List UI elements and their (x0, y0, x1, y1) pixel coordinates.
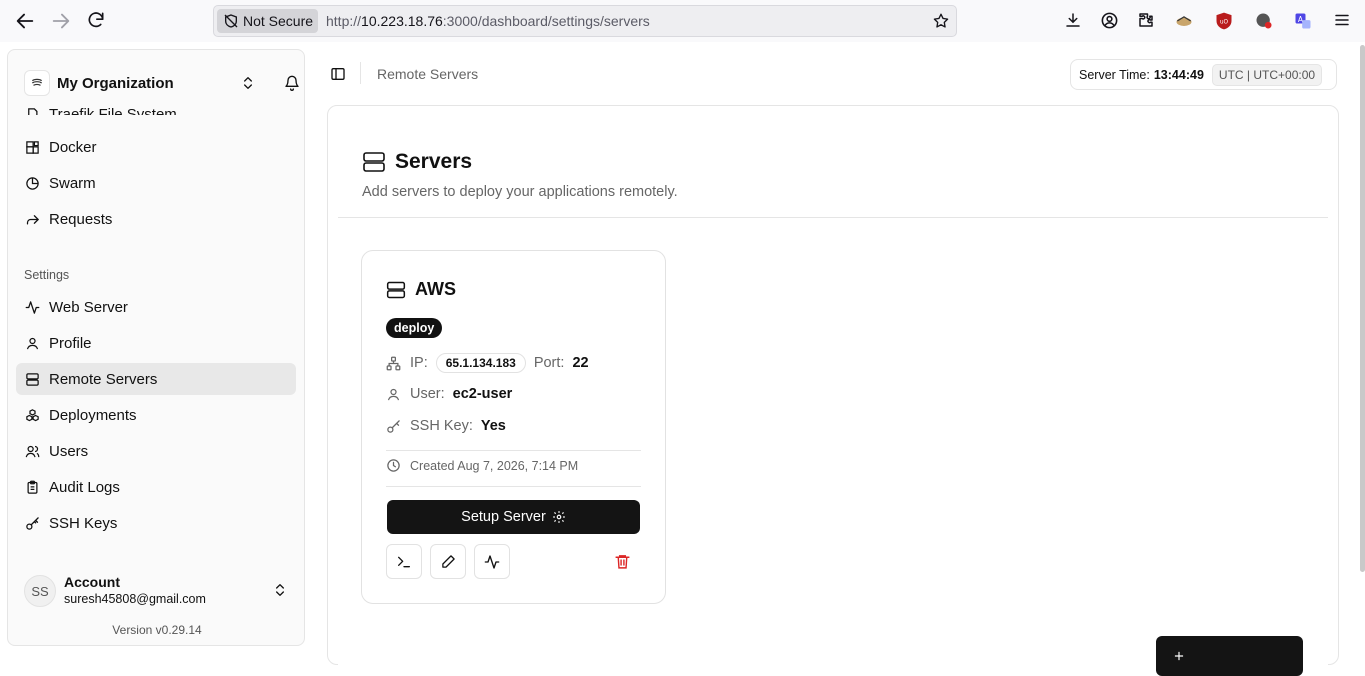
account-name: Account (64, 574, 120, 590)
server-type-badge: deploy (386, 318, 443, 338)
users-icon (25, 445, 40, 457)
org-name: My Organization (57, 75, 174, 92)
create-server-button[interactable] (1156, 636, 1303, 676)
sidebar-item-requests[interactable]: Requests (16, 203, 296, 235)
sidebar: My Organization Traefik File System Dock… (7, 49, 305, 646)
chevrons-up-down-icon[interactable] (240, 75, 256, 91)
extension-hand-icon[interactable] (1174, 11, 1194, 31)
sidebar-toggle-icon[interactable] (330, 66, 346, 82)
sidebar-item-audit-logs[interactable]: Audit Logs (16, 471, 296, 503)
sidebar-item-remote-servers[interactable]: Remote Servers (16, 363, 296, 395)
blocks-icon (26, 140, 39, 154)
account-circle-icon[interactable] (1100, 11, 1120, 31)
server-created: Created Aug 7, 2026, 7:14 PM (386, 458, 578, 473)
settings-section-label: Settings (24, 268, 70, 282)
server-time-widget: Server Time: 13:44:49 UTC | UTC+00:00 (1070, 59, 1337, 90)
server-title-row: AWS (386, 279, 456, 300)
file-icon (28, 108, 38, 115)
page-description: Add servers to deploy your applications … (362, 184, 678, 200)
network-icon (386, 356, 401, 370)
terminal-button[interactable] (386, 544, 422, 579)
version-label: Version v0.29.14 (112, 623, 202, 637)
server-name: AWS (415, 279, 457, 299)
sidebar-item-deployments[interactable]: Deployments (16, 399, 296, 431)
card-divider (386, 450, 641, 451)
shield-slash-icon (224, 14, 238, 28)
servers-panel-inner: Servers Add servers to deploy your appli… (338, 114, 1328, 676)
setup-server-button[interactable]: Setup Server (387, 500, 640, 534)
hamburger-menu-icon[interactable] (1333, 11, 1353, 31)
server-card: AWS deploy IP: 65.1.134.183 Port: 22 Use… (361, 250, 666, 604)
card-divider (386, 486, 641, 487)
plus-icon (1174, 651, 1184, 661)
server-ssh-row: SSH Key: Yes (386, 418, 506, 434)
clipboard-icon (27, 480, 38, 494)
server-ssh-value: Yes (480, 418, 506, 434)
server-time-value: 13:44:49 (1153, 67, 1204, 82)
pie-chart-icon (26, 176, 39, 190)
extensions-puzzle-icon[interactable] (1137, 11, 1157, 31)
back-arrow-icon[interactable] (14, 10, 36, 32)
server-icon (386, 281, 406, 298)
address-bar[interactable]: Not Secure http://10.223.18.76:3000/dash… (213, 5, 957, 37)
server-ip-row: IP: 65.1.134.183 Port: 22 (386, 353, 589, 373)
downloads-icon[interactable] (1064, 11, 1084, 31)
clock-icon (387, 459, 400, 472)
ublock-shield-icon[interactable]: uO (1214, 11, 1234, 31)
header-divider (360, 62, 361, 84)
sidebar-item-ssh-keys[interactable]: SSH Keys (16, 507, 296, 539)
page-title: Servers (395, 150, 473, 173)
sidebar-item-traefik-file-system[interactable]: Traefik File System (16, 95, 296, 115)
user-icon (387, 388, 400, 400)
account-email: suresh45808@gmail.com (64, 592, 206, 606)
servers-panel: Servers Add servers to deploy your appli… (327, 105, 1339, 676)
delete-server-icon[interactable] (614, 553, 631, 570)
breadcrumb[interactable]: Remote Servers (377, 66, 478, 82)
forward-arrow-icon[interactable] (50, 10, 72, 32)
timezone-badge: UTC | UTC+00:00 (1211, 63, 1323, 86)
key-icon (26, 516, 39, 530)
security-indicator[interactable]: Not Secure (217, 9, 318, 33)
bell-icon[interactable] (284, 75, 300, 91)
url-text: http://10.223.18.76:3000/dashboard/setti… (326, 13, 650, 29)
forward-arrow-icon (26, 214, 39, 224)
avatar: SS (24, 575, 56, 607)
account-menu[interactable]: SS Account suresh45808@gmail.com (24, 574, 290, 610)
security-label: Not Secure (243, 13, 314, 29)
server-icon (26, 372, 39, 386)
page-title-row: Servers (362, 150, 472, 174)
sidebar-item-web-server[interactable]: Web Server (16, 291, 296, 323)
reload-icon[interactable] (86, 10, 108, 32)
translate-icon[interactable]: A (1293, 11, 1313, 31)
chevrons-up-down-icon[interactable] (272, 582, 288, 598)
server-icon (363, 152, 385, 172)
sidebar-item-users[interactable]: Users (16, 435, 296, 467)
gear-icon (552, 511, 565, 523)
server-port-value: 22 (572, 355, 589, 371)
extension-privacy-icon[interactable] (1254, 11, 1274, 31)
sidebar-item-docker[interactable]: Docker (16, 131, 296, 163)
server-user-row: User: ec2-user (386, 386, 512, 402)
key-icon (387, 419, 400, 433)
org-logo-icon (24, 70, 50, 96)
edit-button[interactable] (430, 544, 466, 579)
server-ip-value: 65.1.134.183 (435, 353, 526, 373)
monitoring-button[interactable] (474, 544, 510, 579)
bookmark-star-icon[interactable] (932, 12, 950, 30)
section-divider (338, 217, 1328, 218)
sidebar-item-swarm[interactable]: Swarm (16, 167, 296, 199)
browser-toolbar: Not Secure http://10.223.18.76:3000/dash… (0, 0, 1365, 42)
activity-icon (484, 554, 500, 569)
svg-text:uO: uO (1220, 20, 1229, 26)
activity-icon (25, 300, 40, 314)
org-switcher[interactable]: My Organization (24, 70, 299, 98)
user-icon (26, 337, 39, 349)
page-scrollbar[interactable] (1360, 45, 1365, 572)
pencil-icon (441, 555, 455, 568)
terminal-icon (398, 556, 410, 567)
sidebar-item-profile[interactable]: Profile (16, 327, 296, 359)
server-user-value: ec2-user (452, 386, 513, 402)
boxes-icon (26, 408, 39, 421)
server-time-label: Server Time: (1079, 67, 1150, 82)
